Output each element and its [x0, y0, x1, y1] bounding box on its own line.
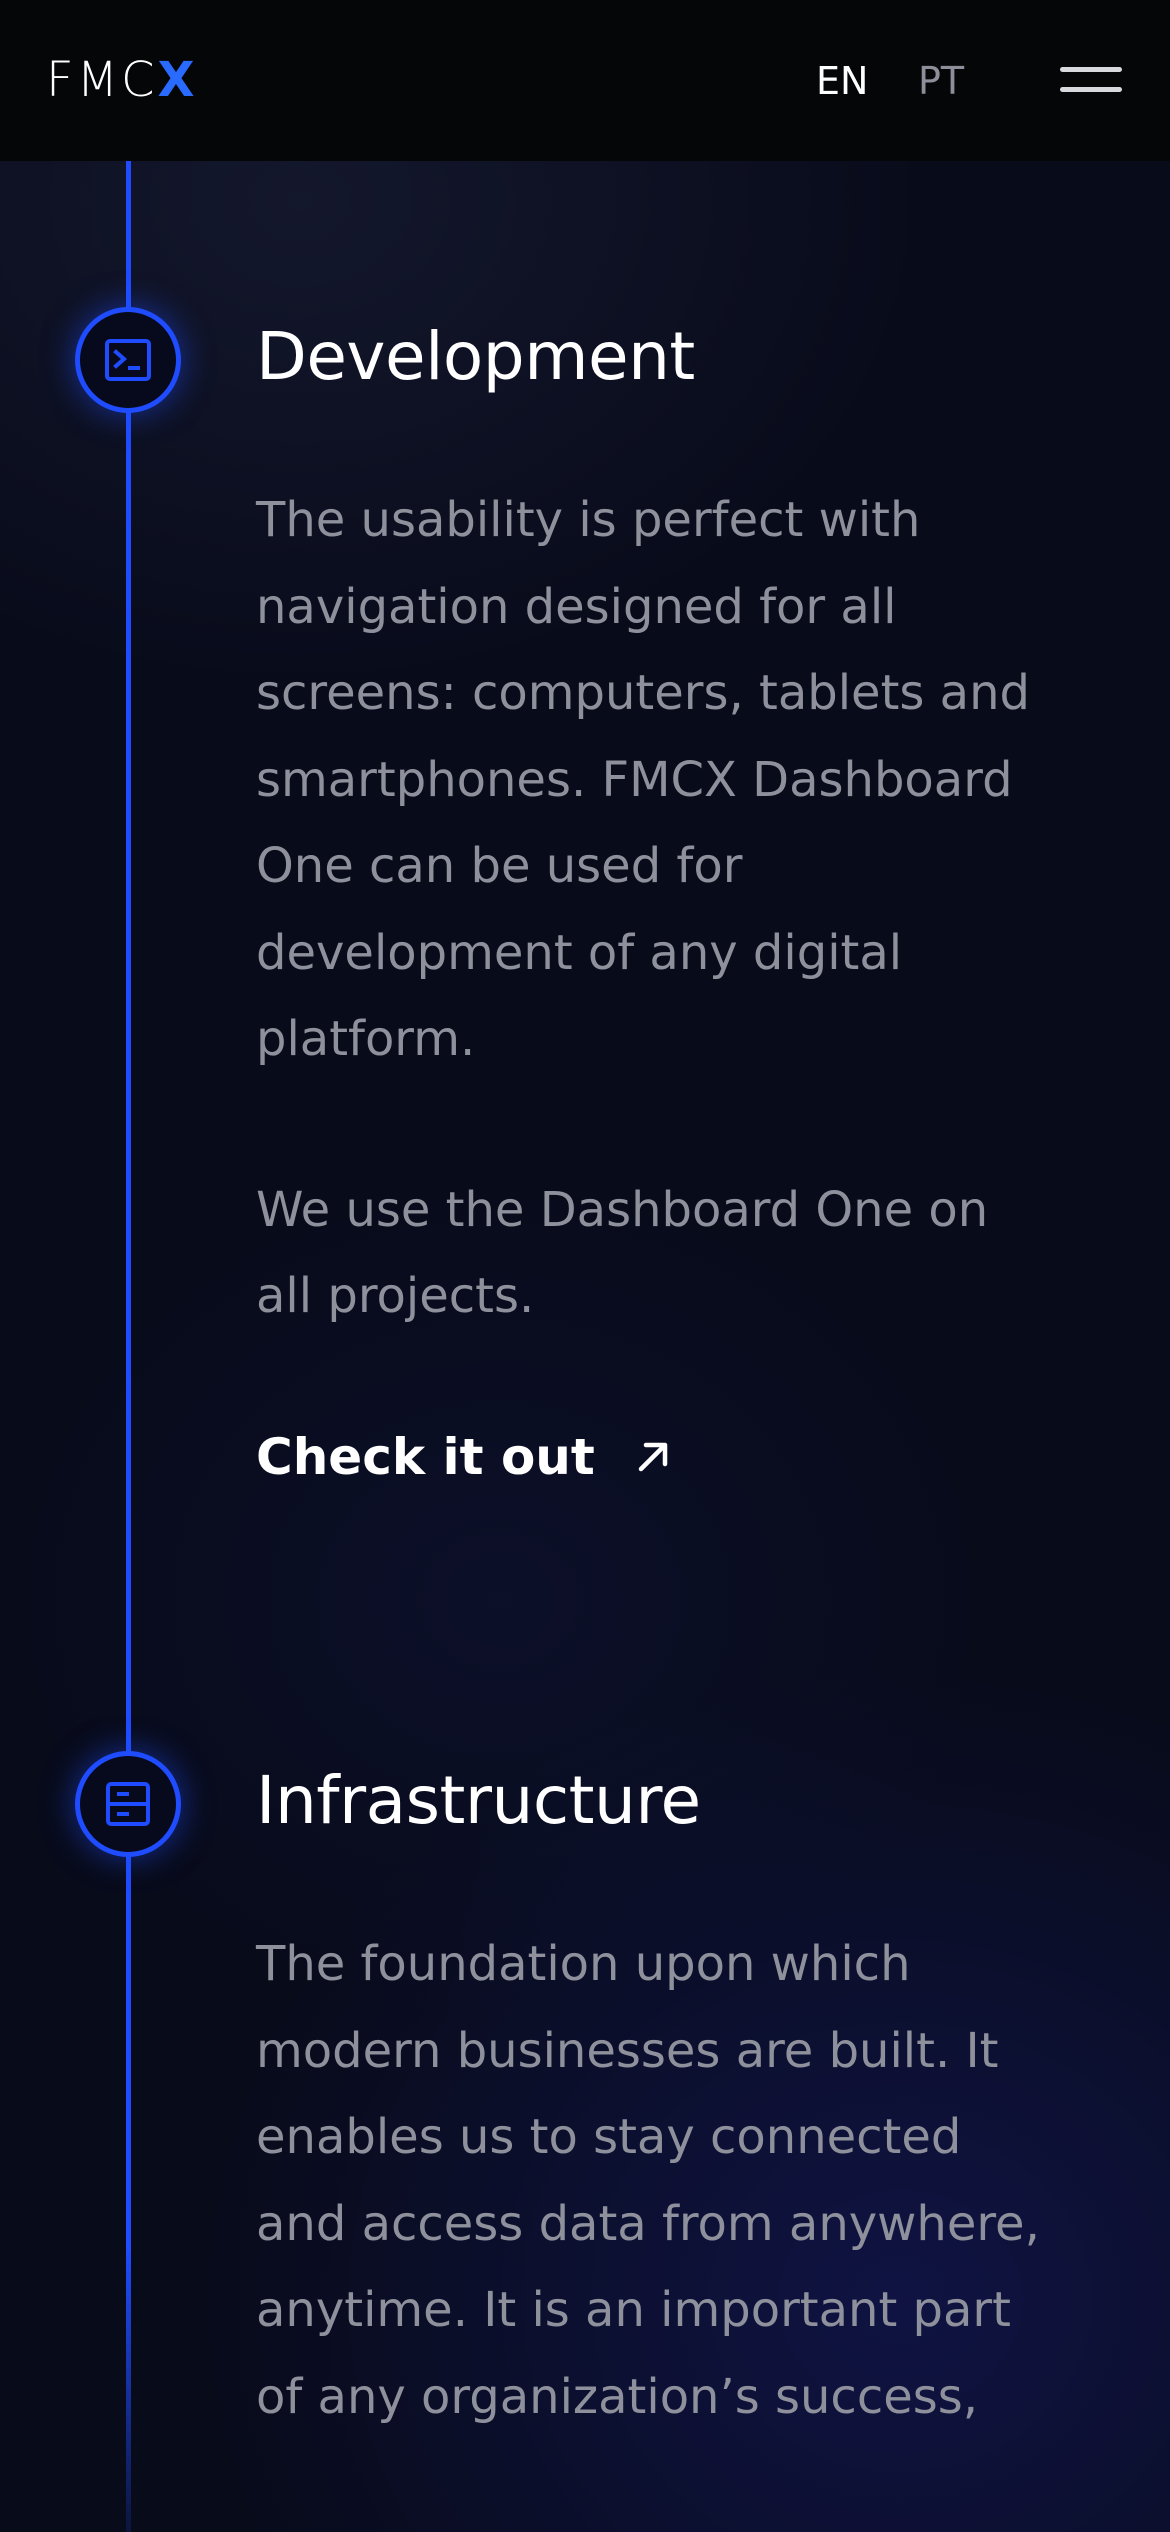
cta-label: Check it out: [256, 1427, 595, 1486]
section-title: Development: [256, 318, 695, 395]
language-en-link[interactable]: EN: [816, 56, 868, 106]
language-pt-link[interactable]: PT: [918, 56, 964, 106]
top-header: FMC X EN PT: [0, 0, 1170, 161]
timeline-line: [126, 161, 131, 2532]
fmcx-logo[interactable]: FMC X: [46, 52, 198, 108]
hamburger-icon[interactable]: [1060, 62, 1122, 98]
section-paragraph: The foundation upon which modern busines…: [256, 1936, 1040, 2425]
section-paragraph: The usability is perfect with navigation…: [256, 492, 1030, 1067]
logo-text: FMC: [46, 52, 158, 108]
section-development: Development The usability is perfect wit…: [256, 315, 1056, 1486]
section-paragraph: We use the Dashboard One on all projects…: [256, 1181, 989, 1325]
check-it-out-link[interactable]: Check it out: [256, 1428, 671, 1486]
section-title: Infrastructure: [256, 1762, 701, 1839]
arrow-up-right-icon: [638, 1442, 668, 1471]
logo-accent: X: [157, 52, 198, 108]
timeline-node-development: [75, 307, 181, 413]
terminal-icon: [105, 339, 151, 381]
section-infrastructure: Infrastructure The foundation upon which…: [256, 1759, 1056, 2440]
server-icon: [106, 1782, 150, 1826]
page: FMC X EN PT Development The usability is …: [0, 0, 1170, 2532]
timeline-node-infrastructure: [75, 1751, 181, 1857]
